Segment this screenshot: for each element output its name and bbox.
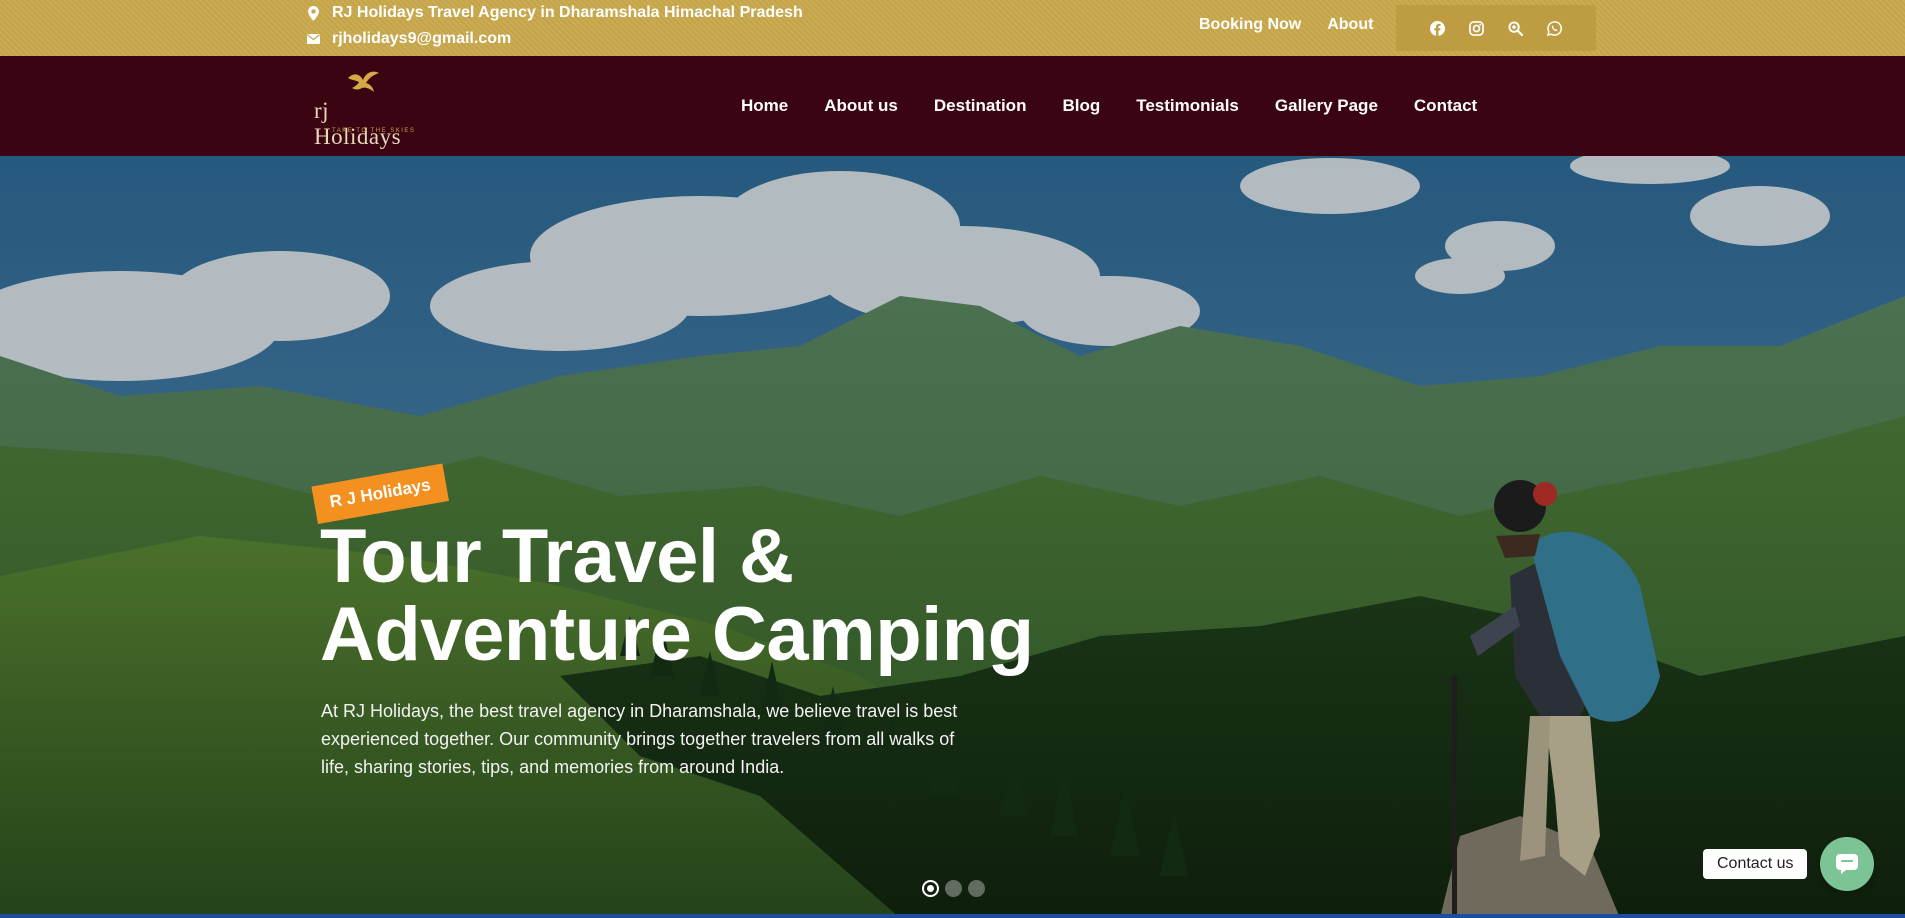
logo-wordmark: rj Holidays <box>314 98 402 149</box>
contact-us-label[interactable]: Contact us <box>1703 849 1808 879</box>
slider-pagination <box>922 880 985 897</box>
logo-tagline: Take to the skies <box>332 128 416 134</box>
map-pin-icon <box>306 5 320 21</box>
hero-title-line2: Adventure Camping <box>320 592 1034 677</box>
nav-testimonials[interactable]: Testimonials <box>1136 96 1239 116</box>
nav-contact[interactable]: Contact <box>1414 96 1477 116</box>
search-zoom-icon[interactable] <box>1507 20 1524 37</box>
eagle-icon <box>348 71 379 92</box>
page-bottom-border <box>0 914 1905 918</box>
hero-slider: R J Holidays Tour Travel & Adventure Cam… <box>0 156 1905 918</box>
facebook-icon[interactable] <box>1429 20 1446 37</box>
slide-dot-2[interactable] <box>945 880 962 897</box>
hero-description: At RJ Holidays, the best travel agency i… <box>321 701 958 777</box>
hero-title-line1: Tour Travel & <box>320 514 794 599</box>
top-info-bar: RJ Holidays Travel Agency in Dharamshala… <box>0 0 1905 56</box>
instagram-icon[interactable] <box>1468 20 1485 37</box>
whatsapp-icon[interactable] <box>1546 20 1563 37</box>
envelope-icon <box>306 31 320 47</box>
nav-blog[interactable]: Blog <box>1062 96 1100 116</box>
slide-dot-1[interactable] <box>922 880 939 897</box>
nav-about-us[interactable]: About us <box>824 96 898 116</box>
email-link[interactable]: rjholidays9@gmail.com <box>332 30 511 48</box>
about-link[interactable]: About <box>1327 16 1373 34</box>
social-links <box>1396 5 1596 51</box>
site-logo[interactable]: rj Holidays Take to the skies <box>312 68 416 149</box>
nav-home[interactable]: Home <box>741 96 788 116</box>
main-menu: Home About us Destination Blog Testimoni… <box>741 96 1477 116</box>
nav-gallery-page[interactable]: Gallery Page <box>1275 96 1378 116</box>
address-text: RJ Holidays Travel Agency in Dharamshala… <box>332 4 803 21</box>
chat-button[interactable] <box>1820 837 1874 891</box>
slide-dot-3[interactable] <box>968 880 985 897</box>
top-links: Booking Now About <box>1199 16 1373 34</box>
nav-destination[interactable]: Destination <box>934 96 1027 116</box>
booking-now-link[interactable]: Booking Now <box>1199 16 1301 34</box>
chat-bubble-icon <box>1836 854 1858 874</box>
main-navbar: rj Holidays Take to the skies Home About… <box>0 56 1905 156</box>
hero-title: Tour Travel & Adventure Camping <box>320 518 1034 674</box>
contact-info: RJ Holidays Travel Agency in Dharamshala… <box>306 0 803 52</box>
